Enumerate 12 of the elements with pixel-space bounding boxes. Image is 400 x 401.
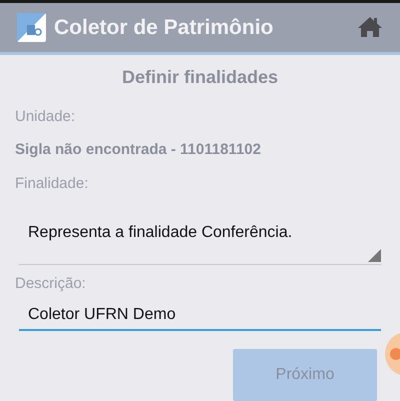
dropdown-corner-icon: [368, 248, 381, 262]
app-title: Coletor de Patrimônio: [54, 14, 274, 41]
purpose-dropdown[interactable]: Representa a finalidade Conferência.: [19, 212, 381, 264]
home-icon[interactable]: [357, 16, 383, 38]
purpose-label: Finalidade:: [15, 174, 90, 194]
description-field[interactable]: Coletor UFRN Demo: [19, 301, 381, 331]
description-label: Descrição:: [15, 274, 87, 294]
unit-label: Unidade:: [15, 107, 76, 127]
app-logo-icon: [17, 12, 46, 42]
floating-bubble-icon[interactable]: [384, 331, 400, 377]
unit-value: Sigla não encontrada - 1101181102: [15, 140, 262, 160]
page-title: Definir finalidades: [122, 66, 278, 89]
